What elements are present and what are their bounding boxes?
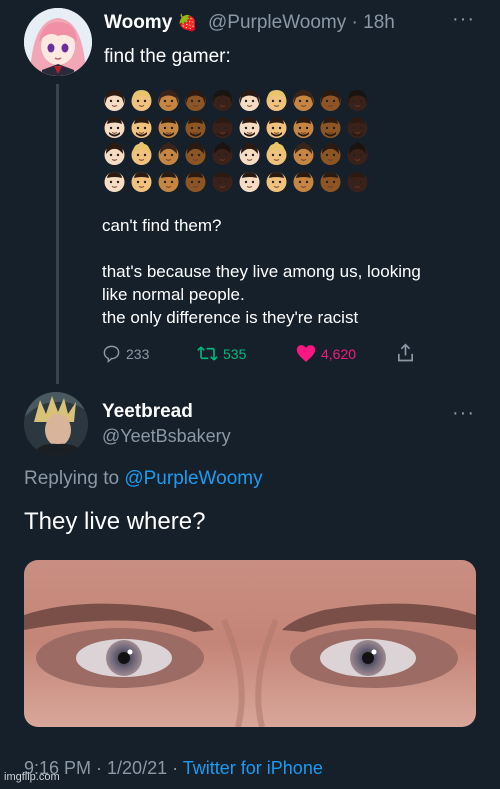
more-options-icon[interactable]: ··· <box>452 8 475 31</box>
tweet-text-line: can't find them? <box>102 216 222 235</box>
emoji-row <box>102 88 374 113</box>
thread-line <box>56 84 59 384</box>
person-emoji-icon <box>185 142 206 165</box>
person-emoji-icon <box>347 172 368 192</box>
strawberry-badge-icon: 🍓 <box>177 15 198 32</box>
tweet-text: They live where? <box>24 508 206 535</box>
person-emoji-icon <box>185 172 206 192</box>
more-options-icon[interactable]: ··· <box>452 402 475 425</box>
tweet-handle-and-time[interactable]: @PurpleWoomy · 18h <box>208 12 395 34</box>
person-emoji-icon <box>104 142 125 165</box>
person-emoji-icon <box>158 117 179 138</box>
person-emoji-icon <box>239 142 260 165</box>
replying-to-label: Replying to <box>24 468 120 489</box>
tweet-source-link[interactable]: Twitter for iPhone <box>183 758 323 778</box>
person-emoji-icon <box>104 117 125 138</box>
person-emoji-icon <box>293 172 314 192</box>
avatar-yeetbread[interactable] <box>24 392 88 456</box>
person-emoji-icon <box>131 90 152 111</box>
person-emoji-icon <box>212 142 233 165</box>
person-emoji-icon <box>185 90 206 111</box>
person-emoji-icon <box>320 90 341 111</box>
display-name[interactable]: Yeetbread <box>102 401 193 423</box>
watermark: imgflip.com <box>4 771 60 783</box>
person-emoji-icon <box>266 90 287 111</box>
person-emoji-icon <box>320 172 341 192</box>
reply-button[interactable]: 233 <box>102 344 149 363</box>
share-button[interactable] <box>396 343 415 363</box>
person-emoji-icon <box>293 90 314 111</box>
person-emoji-icon <box>212 172 233 192</box>
person-emoji-icon <box>266 142 287 165</box>
person-emoji-icon <box>212 90 233 111</box>
tweet-time[interactable]: · 18h <box>352 12 395 33</box>
emoji-row <box>102 115 374 140</box>
emoji-grid <box>102 88 374 196</box>
emoji-row <box>102 169 374 194</box>
person-emoji-icon <box>239 90 260 111</box>
person-emoji-icon <box>104 90 125 111</box>
share-icon <box>398 343 413 362</box>
person-emoji-icon <box>266 117 287 138</box>
tweet-text-line: like normal people. <box>102 285 245 304</box>
tweet-text-line: the only difference is they're racist <box>102 308 359 327</box>
person-emoji-icon <box>185 117 206 138</box>
person-emoji-icon <box>212 117 233 138</box>
person-emoji-icon <box>293 117 314 138</box>
person-emoji-icon <box>104 172 125 192</box>
user-handle[interactable]: @YeetBsbakery <box>102 426 231 447</box>
reply-icon <box>103 345 120 363</box>
tweet-meta: 9:16 PM · 1/20/21 · Twitter for iPhone <box>24 758 323 779</box>
replying-to: Replying to @PurpleWoomy <box>24 468 263 490</box>
person-emoji-icon <box>239 172 260 192</box>
person-emoji-icon <box>347 117 368 138</box>
person-emoji-icon <box>320 117 341 138</box>
user-handle[interactable]: @PurpleWoomy <box>208 12 346 33</box>
retweet-button[interactable]: 535 <box>197 344 246 363</box>
person-emoji-icon <box>347 142 368 165</box>
tweet-photo[interactable] <box>24 560 476 727</box>
heart-icon <box>296 345 316 362</box>
person-emoji-icon <box>293 142 314 165</box>
avatar-woomy[interactable] <box>24 8 92 76</box>
person-emoji-icon <box>266 172 287 192</box>
like-button[interactable]: 4,620 <box>296 344 356 363</box>
person-emoji-icon <box>158 142 179 165</box>
retweet-icon <box>197 346 218 361</box>
person-emoji-icon <box>131 117 152 138</box>
person-emoji-icon <box>131 172 152 192</box>
emoji-row <box>102 142 374 167</box>
display-name[interactable]: Woomy 🍓 <box>104 12 197 34</box>
person-emoji-icon <box>158 90 179 111</box>
tweet-text-paragraph: that's because they live among us, looki… <box>102 260 482 329</box>
reply-count: 233 <box>126 345 150 362</box>
person-emoji-icon <box>131 142 152 165</box>
person-emoji-icon <box>239 117 260 138</box>
replying-to-handle-link[interactable]: @PurpleWoomy <box>124 468 262 489</box>
like-count: 4,620 <box>321 345 357 362</box>
tweet-text-line: that's because they live among us, looki… <box>102 262 421 281</box>
retweet-count: 535 <box>223 345 247 362</box>
display-name-text[interactable]: Woomy <box>104 12 172 33</box>
person-emoji-icon <box>320 142 341 165</box>
person-emoji-icon <box>158 172 179 192</box>
tweet-text-line: find the gamer: <box>104 46 231 67</box>
person-emoji-icon <box>347 90 368 111</box>
